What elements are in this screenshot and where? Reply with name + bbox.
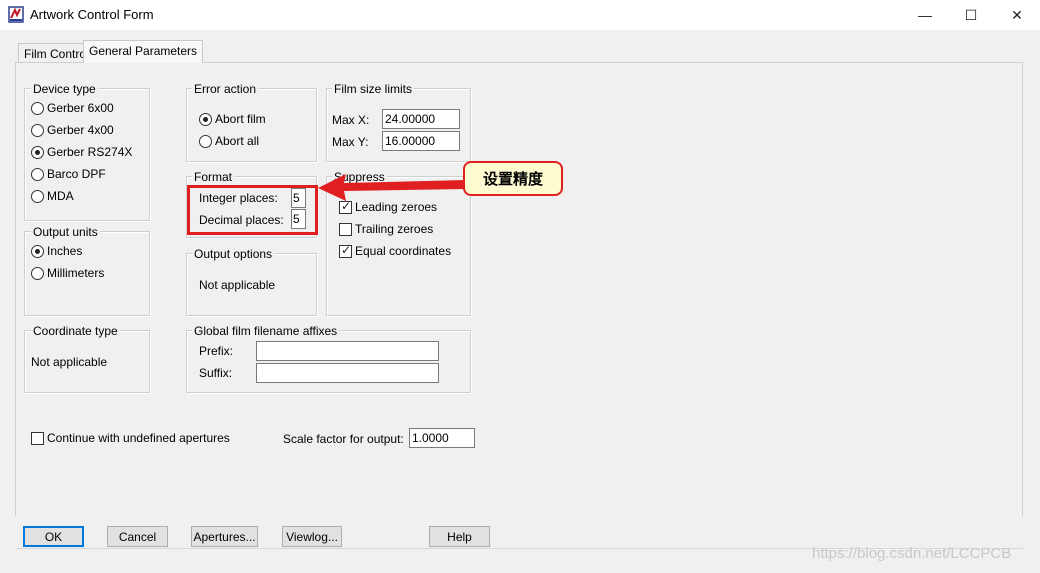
viewlog-button[interactable]: Viewlog...	[282, 526, 342, 547]
watermark-text: https://blog.csdn.net/LCCPCB	[812, 545, 1012, 562]
minimize-icon: —	[918, 7, 932, 23]
checkbox-label: Trailing zeroes	[355, 222, 434, 236]
close-icon: ✕	[1011, 6, 1023, 23]
checkbox-icon	[31, 431, 44, 445]
radio-circle-icon	[31, 266, 44, 280]
radio-circle-icon	[31, 123, 44, 137]
scale-factor-label: Scale factor for output:	[283, 432, 404, 446]
checkbox-label: Continue with undefined apertures	[47, 431, 230, 445]
annotation-arrow-icon	[318, 174, 466, 201]
output-options-text: Not applicable	[199, 278, 276, 292]
suffix-label: Suffix:	[199, 366, 233, 380]
error-action-legend: Error action	[192, 82, 259, 96]
radio-label: Gerber 6x00	[47, 101, 114, 115]
radio-selected-icon	[31, 145, 44, 159]
affixes-legend: Global film filename affixes	[192, 324, 340, 338]
radio-label: Gerber RS274X	[47, 145, 133, 159]
checkbox-equal-coordinates[interactable]: Equal coordinates	[339, 243, 452, 258]
coordinate-type-text: Not applicable	[31, 355, 108, 369]
device-type-legend: Device type	[31, 82, 98, 96]
checkbox-label: Leading zeroes	[355, 200, 438, 214]
radio-barco-dpf[interactable]: Barco DPF	[31, 167, 106, 181]
prefix-label: Prefix:	[199, 344, 234, 358]
radio-circle-icon	[31, 101, 44, 115]
radio-gerber-rs274x[interactable]: Gerber RS274X	[31, 145, 132, 159]
annotation-callout: 设置精度	[463, 161, 563, 196]
radio-gerber-6x00[interactable]: Gerber 6x00	[31, 101, 114, 115]
minimize-button[interactable]: —	[902, 0, 948, 30]
radio-label: Millimeters	[47, 266, 105, 280]
coordinate-type-legend: Coordinate type	[31, 324, 120, 338]
radio-circle-icon	[31, 167, 44, 181]
radio-abort-film[interactable]: Abort film	[199, 112, 266, 126]
film-size-limits-legend: Film size limits	[332, 82, 414, 96]
radio-selected-icon	[31, 244, 44, 258]
close-button[interactable]: ✕	[994, 0, 1040, 30]
title-bar	[0, 0, 1040, 30]
checkbox-checked-icon	[339, 243, 352, 258]
checkbox-checked-icon	[339, 199, 352, 214]
radio-label: Inches	[47, 244, 83, 258]
output-options-legend: Output options	[192, 247, 275, 261]
ok-button[interactable]: OK	[23, 526, 84, 547]
help-button[interactable]: Help	[429, 526, 490, 547]
suffix-field[interactable]	[256, 363, 439, 383]
app-icon	[8, 6, 26, 24]
affixes-group	[186, 330, 471, 393]
radio-millimeters[interactable]: Millimeters	[31, 266, 104, 280]
radio-label: Gerber 4x00	[47, 123, 114, 137]
max-y-label: Max Y:	[332, 135, 369, 149]
radio-gerber-4x00[interactable]: Gerber 4x00	[31, 123, 114, 137]
maximize-button[interactable]: ☐	[948, 0, 994, 30]
max-x-label: Max X:	[332, 113, 370, 127]
radio-mda[interactable]: MDA	[31, 189, 74, 203]
checkbox-leading-zeroes[interactable]: Leading zeroes	[339, 199, 438, 214]
tab-panel	[15, 62, 1023, 516]
scale-factor-field[interactable]: 1.0000	[409, 428, 475, 448]
apertures-button[interactable]: Apertures...	[191, 526, 258, 547]
maximize-icon: ☐	[964, 6, 978, 23]
format-legend: Format	[192, 170, 235, 184]
annotation-highlight-box	[187, 185, 318, 235]
radio-circle-icon	[31, 189, 44, 203]
radio-label: Barco DPF	[47, 167, 106, 181]
checkbox-icon	[339, 222, 352, 236]
radio-label: MDA	[47, 189, 74, 203]
radio-label: Abort film	[215, 112, 266, 126]
checkbox-continue-undefined-apertures[interactable]: Continue with undefined apertures	[31, 431, 230, 445]
window-title: Artwork Control Form	[30, 7, 154, 22]
checkbox-label: Equal coordinates	[355, 244, 452, 258]
radio-inches[interactable]: Inches	[31, 244, 82, 258]
output-units-legend: Output units	[31, 225, 100, 239]
tab-general-parameters[interactable]: General Parameters	[83, 40, 204, 63]
max-y-field[interactable]: 16.00000	[382, 131, 460, 151]
cancel-button[interactable]: Cancel	[107, 526, 168, 547]
radio-abort-all[interactable]: Abort all	[199, 134, 259, 148]
max-x-field[interactable]: 24.00000	[382, 109, 460, 129]
prefix-field[interactable]	[256, 341, 439, 361]
radio-label: Abort all	[215, 134, 260, 148]
radio-selected-icon	[199, 112, 212, 126]
radio-circle-icon	[199, 134, 212, 148]
checkbox-trailing-zeroes[interactable]: Trailing zeroes	[339, 222, 433, 236]
